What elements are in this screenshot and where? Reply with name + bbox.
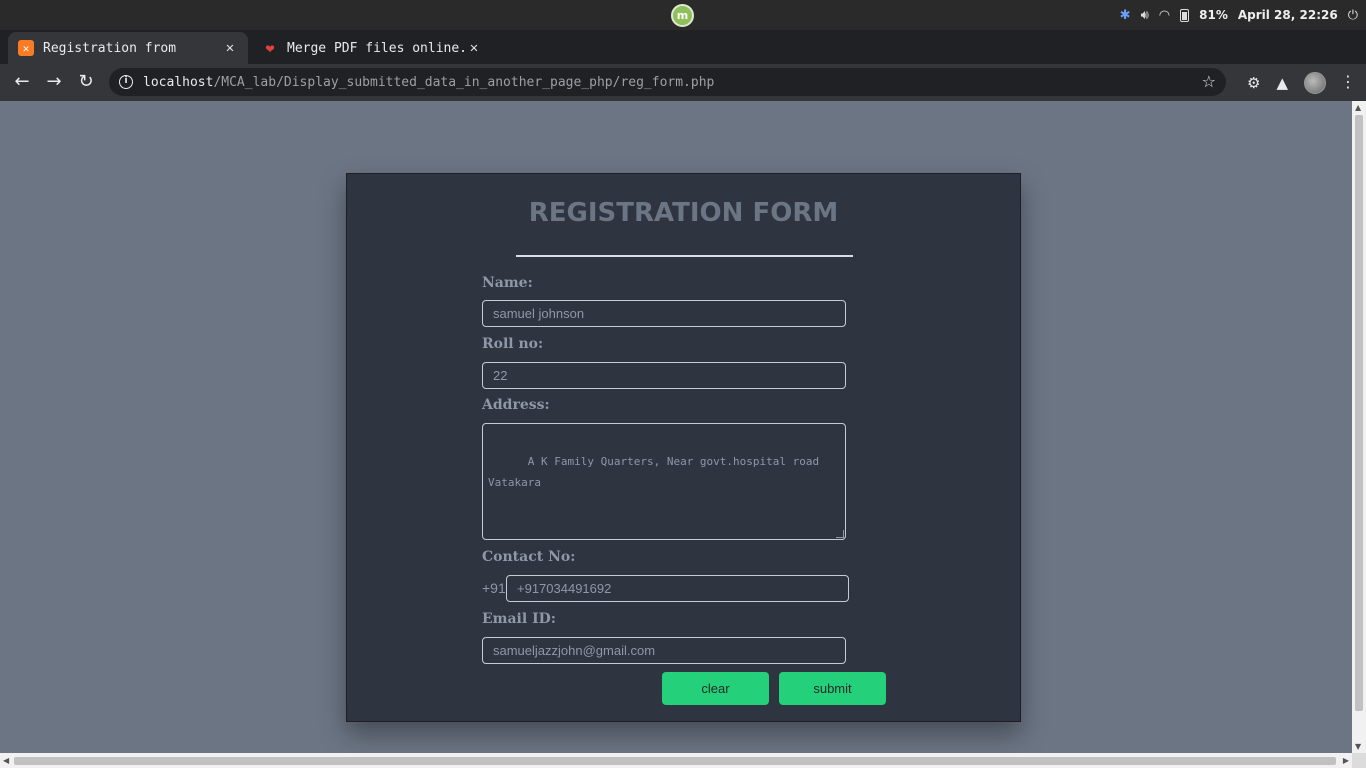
clock[interactable]: April 28, 22:26 bbox=[1238, 8, 1338, 22]
battery-percentage: 81% bbox=[1199, 8, 1228, 22]
address-label: Address: bbox=[482, 397, 550, 413]
contact-label: Contact No: bbox=[482, 549, 576, 565]
bookmark-star-icon[interactable]: ☆ bbox=[1202, 72, 1216, 91]
close-tab-icon[interactable]: ✕ bbox=[466, 40, 482, 56]
registration-form: REGISTRATION FORM Name: samuel johnson R… bbox=[346, 173, 1021, 722]
bluetooth-icon[interactable]: ✱ bbox=[1120, 8, 1131, 23]
mint-logo-text: m bbox=[676, 9, 689, 22]
labs-flask-icon[interactable]: ▲ bbox=[1276, 74, 1288, 92]
system-tray: ✱ 🔊︎ ◠ 81% April 28, 22:26 ⏻ bbox=[1120, 0, 1358, 30]
vertical-scroll-thumb[interactable] bbox=[1355, 115, 1363, 711]
horizontal-scroll-thumb[interactable] bbox=[14, 757, 1336, 765]
contact-input[interactable]: +917034491692 bbox=[506, 575, 849, 602]
email-label: Email ID: bbox=[482, 611, 556, 627]
forward-button[interactable]: → bbox=[43, 71, 65, 93]
xampp-icon: ✕ bbox=[18, 40, 34, 56]
url-host: localhost bbox=[143, 74, 214, 90]
extensions-icon[interactable]: ⚙ bbox=[1247, 74, 1260, 92]
power-icon[interactable]: ⏻ bbox=[1348, 8, 1358, 23]
clear-button[interactable]: clear bbox=[662, 672, 769, 705]
vertical-scrollbar[interactable]: ▲ ▼ bbox=[1352, 101, 1366, 753]
address-bar[interactable]: i localhost/MCA_lab/Display_submitted_da… bbox=[109, 68, 1226, 96]
profile-avatar[interactable] bbox=[1304, 72, 1326, 94]
address-textarea[interactable]: A K Family Quarters, Near govt.hospital … bbox=[482, 423, 846, 540]
roll-label: Roll no: bbox=[482, 336, 544, 352]
os-top-bar: m ✱ 🔊︎ ◠ 81% April 28, 22:26 ⏻ bbox=[0, 0, 1366, 30]
email-input[interactable]: samueljazzjohn@gmail.com bbox=[482, 637, 846, 664]
form-title: REGISTRATION FORM bbox=[528, 198, 839, 228]
submit-button[interactable]: submit bbox=[779, 672, 886, 705]
scroll-left-icon[interactable]: ◀ bbox=[3, 756, 9, 765]
scroll-right-icon[interactable]: ▶ bbox=[1343, 756, 1349, 765]
reload-button[interactable]: ↻ bbox=[75, 71, 97, 93]
horizontal-scrollbar[interactable]: ◀ ▶ bbox=[0, 753, 1352, 768]
address-text: A K Family Quarters, Near govt.hospital … bbox=[488, 455, 820, 489]
name-label: Name: bbox=[482, 275, 533, 291]
tab-merge-pdf[interactable]: ❤ Merge PDF files online. ✕ bbox=[252, 32, 492, 64]
scrollbar-corner bbox=[1352, 753, 1366, 768]
mint-menu-icon[interactable]: m bbox=[671, 4, 694, 27]
volume-icon[interactable]: 🔊︎ bbox=[1141, 8, 1149, 23]
heart-icon: ❤ bbox=[265, 39, 275, 57]
title-divider bbox=[516, 255, 853, 257]
tab-title: Registration from bbox=[43, 40, 177, 56]
name-input[interactable]: samuel johnson bbox=[482, 300, 846, 327]
page-viewport: REGISTRATION FORM Name: samuel johnson R… bbox=[0, 101, 1352, 753]
scroll-up-icon[interactable]: ▲ bbox=[1355, 103, 1361, 112]
close-tab-icon[interactable]: ✕ bbox=[222, 40, 238, 56]
tab-strip: ✕ Registration from ✕ ❤ Merge PDF files … bbox=[0, 30, 1366, 86]
tab-title: Merge PDF files online. bbox=[287, 40, 466, 56]
menu-kebab-icon[interactable]: ⋮ bbox=[1340, 72, 1356, 92]
site-info-icon[interactable]: i bbox=[119, 75, 133, 89]
browser-toolbar: ← → ↻ i localhost/MCA_lab/Display_submit… bbox=[0, 64, 1366, 101]
country-code-prefix: +91 bbox=[482, 580, 506, 596]
resize-grip-icon[interactable] bbox=[836, 530, 844, 538]
battery-icon[interactable] bbox=[1180, 8, 1190, 22]
scroll-down-icon[interactable]: ▼ bbox=[1355, 742, 1361, 751]
back-button[interactable]: ← bbox=[11, 71, 33, 93]
url-text[interactable]: localhost/MCA_lab/Display_submitted_data… bbox=[143, 75, 714, 90]
roll-input[interactable]: 22 bbox=[482, 362, 846, 389]
tab-registration[interactable]: ✕ Registration from ✕ bbox=[8, 32, 248, 64]
wifi-icon[interactable]: ◠ bbox=[1159, 8, 1170, 23]
url-path: /MCA_lab/Display_submitted_data_in_anoth… bbox=[213, 74, 715, 90]
toolbar-actions: ⚙ ▲ bbox=[1247, 72, 1326, 94]
